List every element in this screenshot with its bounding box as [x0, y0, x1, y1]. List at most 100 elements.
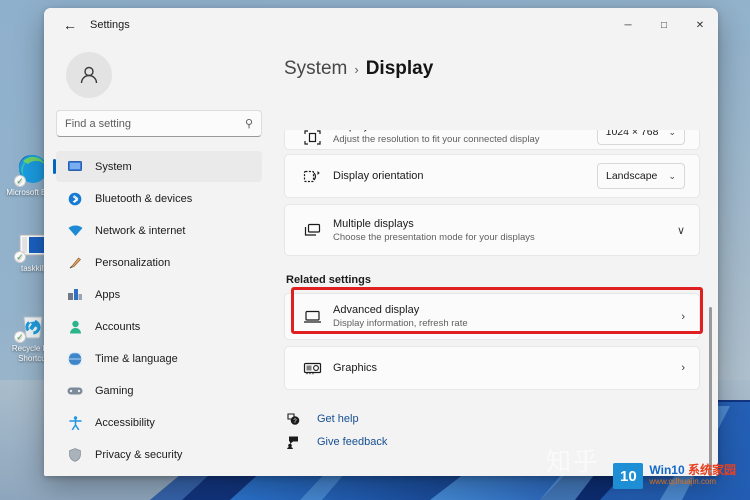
- link-label: Get help: [317, 413, 359, 425]
- card-right: ∨: [677, 224, 685, 237]
- sidebar-item-label: Time & language: [95, 352, 178, 365]
- related-settings-heading: Related settings: [286, 274, 371, 286]
- breadcrumb: System › Display: [284, 42, 700, 89]
- sidebar-item-apps[interactable]: Apps: [56, 279, 262, 310]
- site-watermark-badge: 10 Win10 系统家园 www.qdhuajin.com: [607, 460, 742, 492]
- content-pane: System › Display Disp: [274, 42, 718, 476]
- minimize-button[interactable]: ─: [610, 8, 646, 42]
- sidebar-item-label: Bluetooth & devices: [95, 192, 193, 205]
- page-title: Display: [365, 58, 434, 79]
- chevron-down-icon: ⌄: [668, 130, 676, 137]
- sidebar-item-personalization[interactable]: Personalization: [56, 247, 262, 278]
- sidebar-item-label: Accounts: [95, 320, 141, 333]
- window-titlebar: ← Settings ─ □ ✕: [44, 8, 718, 42]
- dropdown-value: 1024 × 768: [605, 130, 659, 138]
- win10-tile-icon: 10: [613, 463, 644, 489]
- card-subtitle: Display information, refresh rate: [333, 318, 468, 329]
- card-multiple-displays[interactable]: Multiple displays Choose the presentatio…: [284, 204, 700, 256]
- card-subtitle: Adjust the resolution to fit your connec…: [333, 134, 540, 145]
- bluetooth-icon: [66, 191, 84, 207]
- orientation-icon: [299, 169, 325, 184]
- paintbrush-icon: [66, 255, 84, 271]
- search-icon: ⚲: [244, 118, 253, 130]
- close-button[interactable]: ✕: [682, 8, 718, 42]
- help-icon: ?: [286, 412, 308, 426]
- monitor-icon: [66, 159, 84, 175]
- maximize-icon: □: [660, 19, 668, 31]
- sidebar-item-gaming[interactable]: Gaming: [56, 375, 262, 406]
- scrollbar-track[interactable]: [709, 132, 712, 476]
- sidebar-item-time-language[interactable]: Time & language: [56, 343, 262, 374]
- card-texts: Advanced display Display information, re…: [325, 304, 681, 329]
- card-advanced-display[interactable]: Advanced display Display information, re…: [284, 293, 700, 340]
- graphics-card-icon: [299, 361, 325, 375]
- card-right: ›: [681, 362, 685, 374]
- card-texts: Display orientation: [325, 170, 597, 182]
- badge-brand-right: 系统家园: [687, 463, 736, 477]
- sidebar-item-label: System: [95, 160, 132, 173]
- orientation-dropdown[interactable]: Landscape ⌄: [597, 163, 685, 189]
- shortcut-check-badge: ✓: [14, 251, 26, 263]
- settings-window: ← Settings ─ □ ✕ Find a setting ⚲ System…: [44, 8, 718, 476]
- dropdown-value: Landscape: [606, 170, 658, 182]
- resolution-dropdown[interactable]: 1024 × 768 ⌄: [596, 130, 685, 145]
- card-title: Display orientation: [333, 170, 424, 182]
- card-display-resolution[interactable]: Display resolution Adjust the resolution…: [284, 130, 700, 150]
- card-texts: Display resolution Adjust the resolution…: [325, 130, 597, 145]
- multiple-displays-icon: [299, 223, 325, 238]
- apps-icon: [66, 287, 84, 303]
- sidebar: ⚲ System Bluetooth & devices: [44, 42, 274, 476]
- chevron-right-icon[interactable]: ›: [681, 362, 685, 374]
- sidebar-item-accounts[interactable]: Accounts: [56, 311, 262, 342]
- badge-brand-left: Win: [649, 463, 672, 477]
- desktop: ✓ Microsoft Edge ✓ taskkill ✓ Recycle Bi…: [0, 0, 750, 500]
- shield-icon: [66, 447, 84, 463]
- card-title: Graphics: [333, 362, 378, 374]
- avatar-row: [56, 42, 262, 110]
- breadcrumb-separator-icon: ›: [354, 62, 359, 77]
- badge-brand: Win10 系统家园: [649, 464, 736, 476]
- sidebar-item-bluetooth-devices[interactable]: Bluetooth & devices: [56, 183, 262, 214]
- expand-chevron-icon[interactable]: ∨: [677, 224, 685, 237]
- chevron-right-icon[interactable]: ›: [681, 311, 685, 323]
- card-right: Landscape ⌄: [597, 163, 685, 189]
- sidebar-item-label: Gaming: [95, 384, 134, 397]
- link-get-help[interactable]: ? Get help: [284, 412, 700, 426]
- card-title: Advanced display: [333, 304, 420, 316]
- avatar[interactable]: [66, 52, 112, 98]
- shortcut-check-badge: ✓: [14, 331, 26, 343]
- link-give-feedback[interactable]: Give feedback: [284, 435, 700, 449]
- sidebar-item-privacy-security[interactable]: Privacy & security: [56, 439, 262, 470]
- sidebar-item-system[interactable]: System: [53, 151, 262, 182]
- window-controls: ─ □ ✕: [610, 8, 718, 42]
- resolution-icon: [299, 130, 325, 145]
- sidebar-item-network-internet[interactable]: Network & internet: [56, 215, 262, 246]
- back-button[interactable]: ←: [56, 13, 84, 37]
- feedback-icon: [286, 435, 308, 449]
- laptop-icon: [299, 310, 325, 324]
- shortcut-check-badge: ✓: [14, 175, 26, 187]
- breadcrumb-system[interactable]: System: [284, 58, 347, 80]
- desktop-icon-label: taskkill: [20, 264, 45, 273]
- scrollbar-thumb[interactable]: [709, 307, 712, 476]
- sidebar-item-label: Network & internet: [95, 224, 186, 237]
- person-icon: [66, 319, 84, 335]
- sidebar-item-label: Privacy & security: [95, 448, 183, 461]
- gamepad-icon: [66, 383, 84, 399]
- person-icon: [80, 66, 98, 84]
- badge-texts: Win10 系统家园 www.qdhuajin.com: [649, 464, 736, 488]
- minimize-icon: ─: [624, 19, 632, 31]
- search-box[interactable]: ⚲: [56, 110, 262, 137]
- maximize-button[interactable]: □: [646, 8, 682, 42]
- card-display-orientation[interactable]: Display orientation Landscape ⌄: [284, 154, 700, 198]
- settings-scroll-area: Display resolution Adjust the resolution…: [284, 130, 700, 476]
- search-input[interactable]: [65, 117, 245, 130]
- zhihu-watermark: 知乎: [545, 447, 600, 476]
- sidebar-item-accessibility[interactable]: Accessibility: [56, 407, 262, 438]
- badge-url: www.qdhuajin.com: [649, 477, 717, 486]
- card-texts: Multiple displays Choose the presentatio…: [325, 218, 677, 243]
- card-graphics[interactable]: Graphics ›: [284, 346, 700, 390]
- chevron-down-icon: ⌄: [668, 170, 676, 181]
- back-arrow-icon: ←: [63, 17, 77, 33]
- wifi-icon: [66, 223, 84, 239]
